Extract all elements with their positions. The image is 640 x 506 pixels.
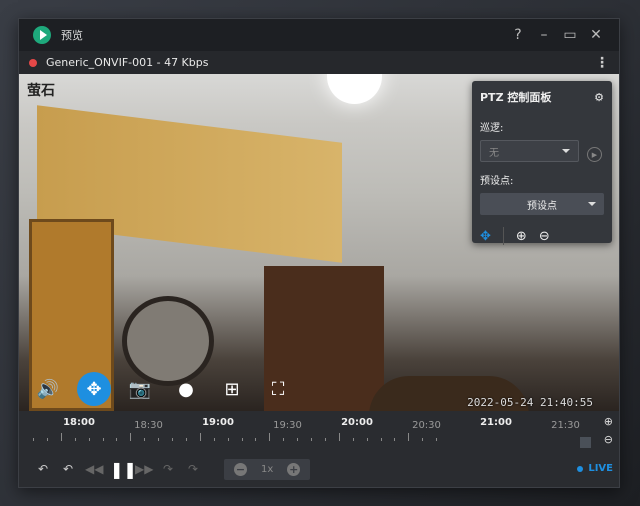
- timeline-tick: [172, 438, 173, 441]
- timeline-tick: [255, 438, 257, 441]
- timeline-tick: [366, 438, 368, 441]
- settings-gear-icon[interactable]: ⚙: [594, 91, 604, 104]
- timeline-tick: [60, 433, 62, 441]
- timeline-tick: [297, 438, 299, 441]
- chevron-down-icon: [588, 202, 596, 206]
- timeline-label: 18:30: [134, 420, 163, 431]
- timeline-label: 19:00: [202, 417, 234, 428]
- preview-window: 预览 ? – ▭ ✕ Generic_ONVIF-001 - 47 Kbps ⋮…: [18, 18, 620, 488]
- window-title: 预览: [61, 29, 83, 42]
- timeline-tick: [33, 438, 34, 441]
- timeline-label: 20:00: [341, 417, 373, 428]
- volume-icon[interactable]: 🔊: [31, 372, 65, 406]
- speed-increase-button[interactable]: +: [287, 462, 301, 476]
- timeline-label: 20:30: [412, 420, 441, 431]
- chevron-down-icon: [562, 149, 570, 153]
- help-button[interactable]: ?: [505, 27, 531, 43]
- speed-decrease-button[interactable]: −: [234, 462, 247, 476]
- zoom-out-icon[interactable]: ⊖: [539, 229, 550, 244]
- timeline-tick: [380, 438, 382, 441]
- timeline-tick: [241, 438, 243, 441]
- pause-icon[interactable]: ❚❚: [110, 460, 137, 479]
- timeline-label: 21:00: [480, 417, 512, 428]
- scene-lamp: [327, 74, 382, 104]
- timeline-tick: [158, 438, 160, 441]
- video-view[interactable]: 萤石 2022-05-24 21:40:55 🔊 ✥ 📷 ● ⊞ ⛶ PTZ 控制面板 ⚙ …: [19, 74, 619, 411]
- zoom-in-icon[interactable]: ⊕: [516, 229, 527, 244]
- timeline-tick: [436, 438, 438, 441]
- ptz-title: PTZ 控制面板: [480, 91, 552, 104]
- timeline-tick: [311, 438, 312, 441]
- timeline-tick: [213, 438, 215, 441]
- app-logo-icon: [33, 26, 51, 44]
- video-controls: 🔊 ✥ 📷 ● ⊞ ⛶: [31, 372, 295, 406]
- timeline-label: 18:00: [63, 417, 95, 428]
- device-name: Generic_ONVIF-001 - 47 Kbps: [46, 56, 209, 69]
- more-menu-button[interactable]: ⋮: [595, 55, 609, 71]
- timeline-tick: [130, 433, 132, 441]
- forward-10s-icon[interactable]: ↷: [160, 462, 176, 476]
- close-button[interactable]: ✕: [583, 27, 609, 43]
- timeline-label: 21:30: [551, 420, 580, 431]
- timeline-tick: [88, 438, 90, 441]
- timeline-tick: [408, 433, 410, 441]
- timeline-zoom-out-icon[interactable]: ⊖: [604, 433, 613, 446]
- timeline-tick: [144, 438, 146, 441]
- back-10s-icon[interactable]: ↶: [60, 462, 76, 476]
- cruise-play-icon[interactable]: ▶: [587, 147, 602, 162]
- timeline-cursor-handle[interactable]: [580, 437, 591, 448]
- preset-label: 预设点:: [480, 176, 514, 187]
- fullscreen-icon[interactable]: ⛶: [261, 372, 295, 406]
- recording-status-icon: [29, 58, 37, 67]
- timeline-tick: [269, 433, 271, 441]
- timeline-tick: [324, 438, 326, 441]
- timeline-tick: [352, 438, 354, 441]
- timeline-tick: [199, 433, 201, 441]
- camera-icon[interactable]: 📷: [123, 372, 157, 406]
- timeline-zoom-in-icon[interactable]: ⊕: [604, 415, 613, 428]
- timeline-tick: [185, 438, 187, 441]
- forward-icon[interactable]: ↷: [185, 462, 201, 476]
- slow-icon[interactable]: ◀◀: [85, 462, 103, 476]
- divider: [502, 227, 504, 245]
- ptz-icon[interactable]: ✥: [77, 372, 111, 406]
- device-bar: Generic_ONVIF-001 - 47 Kbps ⋮: [19, 51, 619, 74]
- timeline-tick: [283, 438, 285, 441]
- timeline-label: 19:30: [273, 420, 302, 431]
- timeline-tick: [102, 438, 104, 441]
- ptz-direction-icon[interactable]: ✥: [480, 229, 491, 244]
- title-bar: 预览 ? – ▭ ✕: [19, 19, 619, 51]
- timeline-tick: [394, 438, 396, 441]
- rewind-icon[interactable]: ↶: [35, 462, 51, 476]
- speed-control: − 1x +: [224, 458, 311, 480]
- maximize-button[interactable]: ▭: [557, 27, 583, 43]
- zoom-region-icon[interactable]: ⊞: [215, 372, 249, 406]
- timeline-tick: [46, 438, 48, 441]
- watermark-logo: 萤石: [27, 83, 55, 99]
- video-timestamp: 2022-05-24 21:40:55: [467, 396, 593, 409]
- speed-value: 1x: [261, 463, 274, 475]
- timeline-tick: [422, 438, 424, 441]
- live-button[interactable]: LIVE: [577, 463, 613, 474]
- cruise-value: 无: [489, 147, 499, 159]
- timeline-tick: [338, 433, 340, 441]
- preset-select[interactable]: 预设点: [480, 193, 604, 215]
- playback-bar: ↶ ↶ ◀◀ ❚❚ ▶▶ ↷ ↷ − 1x + LIVE: [19, 451, 619, 487]
- minimize-button[interactable]: –: [531, 27, 557, 43]
- preset-value: 预设点: [527, 200, 557, 212]
- timeline[interactable]: ⊕ ⊖ 18:00 18:30 19:00 19:30 20:00 20:30 21:00 2…: [19, 411, 619, 451]
- timeline-tick: [74, 438, 76, 441]
- ptz-panel: PTZ 控制面板 ⚙ 巡逻: 无 ▶ 预设点: 预设点 ✥ ⊕ ⊖: [472, 81, 612, 245]
- record-icon[interactable]: ●: [169, 372, 203, 406]
- timeline-tick: [227, 438, 229, 441]
- cruise-label: 巡逻:: [480, 123, 504, 134]
- fast-icon[interactable]: ▶▶: [135, 462, 153, 476]
- timeline-tick: [116, 438, 118, 441]
- cruise-select[interactable]: 无: [480, 140, 579, 162]
